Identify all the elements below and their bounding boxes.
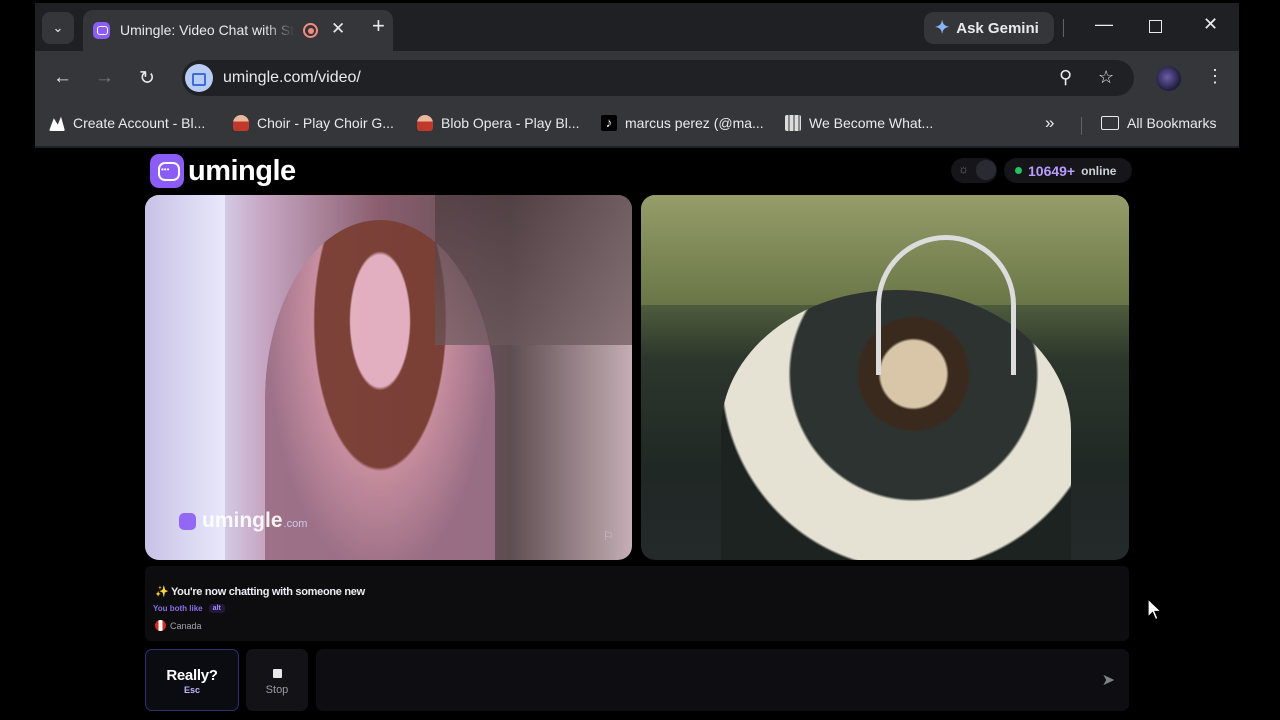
recording-icon <box>303 23 318 38</box>
bookmark-item[interactable]: ♪ marcus perez (@ma... <box>601 115 764 131</box>
profile-avatar[interactable] <box>1156 66 1181 91</box>
chevron-down-icon: ⌄ <box>52 20 64 35</box>
theme-toggle[interactable]: ☼ <box>951 158 997 183</box>
stop-icon <box>272 669 282 678</box>
tab-strip: ⌄ Umingle: Video Chat with Strangers ✕ +… <box>35 3 1239 51</box>
bookmark-label: We Become What... <box>809 115 934 131</box>
online-status-dot <box>1015 167 1022 174</box>
tab-umingle[interactable]: Umingle: Video Chat with Strangers ✕ <box>83 10 393 51</box>
window-light <box>145 195 225 560</box>
skip-button-label: Really? <box>166 667 218 684</box>
sun-icon: ☼ <box>958 162 969 176</box>
minimize-icon[interactable]: — <box>1095 14 1113 35</box>
tiktok-icon: ♪ <box>601 115 617 131</box>
close-tab-icon[interactable]: ✕ <box>331 19 345 39</box>
blob-opera-icon <box>417 115 433 131</box>
bookmark-label: Blob Opera - Play Bl... <box>441 115 580 131</box>
tab-search-button[interactable]: ⌄ <box>42 12 74 44</box>
stranger-video: umingle .com ⚐ <box>145 195 632 560</box>
choir-icon <box>233 115 249 131</box>
bookmarks-divider <box>1081 117 1082 135</box>
online-count: 10649+ <box>1028 162 1076 179</box>
bookmark-item[interactable]: Create Account - Bl... <box>49 115 205 131</box>
stop-button[interactable]: Stop <box>246 649 308 711</box>
interest-chip: alt <box>208 604 225 613</box>
self-video <box>641 195 1129 560</box>
mouse-cursor-icon <box>1147 598 1163 621</box>
skip-button[interactable]: Really? Esc <box>145 649 239 711</box>
chat-bubble-icon <box>179 512 196 530</box>
maximize-icon[interactable] <box>1149 20 1162 33</box>
report-flag-icon[interactable]: ⚐ <box>603 529 614 543</box>
ask-gemini-button[interactable]: ✦ Ask Gemini <box>924 12 1054 44</box>
new-tab-button[interactable]: + <box>372 15 385 37</box>
game-icon <box>785 115 801 131</box>
headset <box>876 235 1016 375</box>
address-bar[interactable]: umingle.com/video/ ⚲ ☆ <box>182 60 1134 96</box>
logo-text: umingle <box>188 154 296 187</box>
browser-window: ⌄ Umingle: Video Chat with Strangers ✕ +… <box>35 3 1239 148</box>
bookmark-label: Choir - Play Choir G... <box>257 115 394 131</box>
country-label: Canada <box>170 620 202 631</box>
video-site-icon[interactable] <box>185 64 213 92</box>
reload-icon[interactable]: ↻ <box>139 67 155 90</box>
all-bookmarks-label: All Bookmarks <box>1127 115 1217 131</box>
browser-toolbar: ← → ↻ umingle.com/video/ ⚲ ☆ ⋮ <box>35 51 1239 106</box>
chat-log: ✨ You're now chatting with someone new Y… <box>145 566 1129 641</box>
canada-flag-icon <box>155 620 166 631</box>
umingle-watermark: umingle .com <box>179 509 307 533</box>
bookmark-item[interactable]: Blob Opera - Play Bl... <box>417 115 580 131</box>
close-window-icon[interactable]: ✕ <box>1203 14 1218 35</box>
chat-bubble-icon <box>150 154 184 188</box>
common-interests: You both like alt <box>153 604 225 613</box>
all-bookmarks-button[interactable]: All Bookmarks <box>1101 115 1216 131</box>
umingle-favicon-icon <box>93 22 110 39</box>
stop-button-label: Stop <box>265 684 289 696</box>
browser-menu-icon[interactable]: ⋮ <box>1206 66 1224 87</box>
bookmark-star-icon[interactable]: ☆ <box>1098 67 1114 88</box>
watermark-text: umingle <box>202 509 283 532</box>
window-controls-divider <box>1063 19 1064 37</box>
back-arrow-icon[interactable]: ← <box>53 67 72 89</box>
tab-title: Umingle: Video Chat with Strangers <box>120 22 295 38</box>
bookmark-label: marcus perez (@ma... <box>625 115 764 131</box>
bookmark-label: Create Account - Bl... <box>73 115 206 131</box>
more-bookmarks-icon[interactable]: » <box>1045 113 1054 133</box>
message-input[interactable]: ➤ <box>316 649 1129 711</box>
bookmark-item[interactable]: We Become What... <box>785 115 933 131</box>
common-interests-label: You both like <box>153 604 203 613</box>
toggle-knob <box>976 160 996 180</box>
ask-gemini-label: Ask Gemini <box>956 19 1039 37</box>
online-counter: 10649+ online <box>1004 158 1132 183</box>
chat-status-message: ✨ You're now chatting with someone new <box>155 586 365 598</box>
blooket-icon <box>49 116 65 131</box>
folder-icon <box>1101 116 1119 130</box>
forward-arrow-icon[interactable]: → <box>95 67 114 89</box>
bookmark-item[interactable]: Choir - Play Choir G... <box>233 115 394 131</box>
bookmarks-bar: Create Account - Bl... Choir - Play Choi… <box>35 106 1239 146</box>
url-text: umingle.com/video/ <box>223 69 361 86</box>
stranger-country: Canada <box>155 620 202 631</box>
gemini-sparkle-icon: ✦ <box>935 18 950 37</box>
umingle-logo[interactable]: umingle <box>150 154 296 188</box>
bookshelf <box>435 195 632 345</box>
online-label: online <box>1081 163 1117 178</box>
watermark-suffix: .com <box>283 518 308 530</box>
send-icon[interactable]: ➤ <box>1102 670 1115 690</box>
umingle-page: umingle ☼ 10649+ online umingle .com ⚐ ✨… <box>0 148 1280 720</box>
skip-shortcut-label: Esc <box>183 685 200 695</box>
zoom-icon[interactable]: ⚲ <box>1059 67 1072 88</box>
